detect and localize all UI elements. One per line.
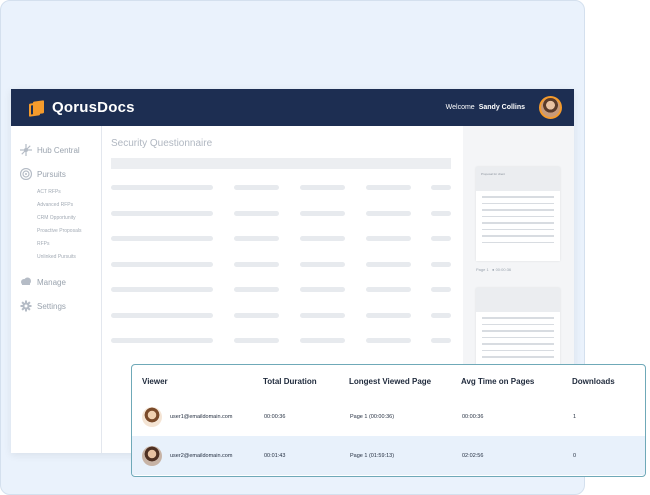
- sidebar: Hub Central Pursuits ACT RFPs Advanced R…: [11, 126, 102, 453]
- sidebar-subitem-proactive-proposals[interactable]: Proactive Proposals: [11, 225, 101, 238]
- placeholder-row: [111, 210, 451, 237]
- viewer-analytics-popup: Viewer Total Duration Longest Viewed Pag…: [131, 364, 646, 477]
- gear-icon: [20, 300, 32, 312]
- downloads: 1: [573, 413, 577, 420]
- placeholder-row: [111, 261, 451, 288]
- brand-name: QorusDocs: [52, 99, 135, 116]
- placeholder-row: [111, 236, 451, 262]
- target-icon: [20, 168, 32, 180]
- logo-icon: [29, 99, 47, 117]
- sidebar-item-label: Pursuits: [37, 169, 66, 179]
- stage: QorusDocs Welcome Sandy Collins Hub Cent…: [0, 0, 650, 495]
- page-title: Security Questionnaire: [111, 138, 213, 149]
- sidebar-item-manage[interactable]: Manage: [11, 270, 101, 294]
- column-header-viewer: Viewer: [142, 376, 168, 386]
- column-header-avg-time: Avg Time on Pages: [461, 376, 535, 386]
- table-header-placeholder: [111, 158, 451, 169]
- placeholder-row: [111, 287, 451, 313]
- placeholder-row: [111, 338, 451, 364]
- total-duration: 00:01:43: [264, 452, 286, 459]
- sidebar-item-hub-central[interactable]: Hub Central: [11, 138, 101, 162]
- welcome-label: Welcome: [445, 104, 475, 111]
- clock-icon: ●: [492, 267, 495, 272]
- column-header-total-duration: Total Duration: [263, 376, 317, 386]
- brand-logo[interactable]: QorusDocs: [29, 99, 135, 117]
- sidebar-subitem-act-rfps[interactable]: ACT RFPs: [11, 186, 101, 199]
- placeholder-row: [111, 185, 451, 211]
- sidebar-subitem-advanced-rfps[interactable]: Advanced RFPs: [11, 199, 101, 212]
- viewer-email: user2@emaildomain.com: [170, 452, 233, 459]
- cloud-icon: [21, 277, 31, 285]
- sidebar-item-label: Settings: [37, 301, 66, 311]
- placeholder-row: [111, 312, 451, 339]
- avatar: [142, 406, 162, 427]
- top-bar: QorusDocs Welcome Sandy Collins: [11, 89, 574, 126]
- sidebar-subitem-rfps[interactable]: RFPs: [11, 238, 101, 251]
- page-label: Page 1: [476, 267, 489, 272]
- sidebar-subitem-unlinked-pursuits[interactable]: Unlinked Pursuits: [11, 251, 101, 264]
- avatar: [142, 445, 162, 466]
- downloads: 0: [573, 452, 577, 459]
- sidebar-item-pursuits[interactable]: Pursuits: [11, 162, 101, 186]
- column-header-longest-viewed-page: Longest Viewed Page: [349, 376, 432, 386]
- welcome-area: Welcome Sandy Collins: [446, 96, 562, 119]
- thumbnail-meta: Page 1 ● 00:00:36: [476, 267, 511, 272]
- sidebar-item-label: Manage: [37, 277, 66, 287]
- user-name[interactable]: Sandy Collins: [479, 104, 525, 111]
- table-row[interactable]: user2@emaildomain.com 00:01:43 Page 1 (0…: [132, 436, 645, 475]
- avatar[interactable]: [539, 96, 562, 119]
- table-row[interactable]: user1@emaildomain.com 00:00:36 Page 1 (0…: [132, 397, 645, 436]
- page-thumbnail[interactable]: Proposal for client: [476, 167, 560, 261]
- viewer-email: user1@emaildomain.com: [170, 413, 233, 420]
- total-duration: 00:00:36: [264, 413, 286, 420]
- hub-icon: [20, 144, 32, 156]
- thumbnail-title: Proposal for client: [476, 167, 560, 191]
- avg-time: 02:02:56: [462, 452, 484, 459]
- viewer-table-header: Viewer Total Duration Longest Viewed Pag…: [132, 365, 645, 397]
- column-header-downloads: Downloads: [572, 376, 615, 386]
- avg-time: 00:00:36: [462, 413, 484, 420]
- main-content: Security Questionnaire: [111, 138, 451, 364]
- sidebar-item-label: Hub Central: [37, 145, 80, 155]
- longest-viewed-page: Page 1 (00:00:36): [350, 413, 395, 420]
- time-label: 00:00:36: [495, 267, 512, 272]
- sidebar-subitem-crm-opportunity[interactable]: CRM Opportunity: [11, 212, 101, 225]
- sidebar-item-settings[interactable]: Settings: [11, 294, 101, 318]
- longest-viewed-page: Page 1 (01:59:13): [350, 452, 395, 459]
